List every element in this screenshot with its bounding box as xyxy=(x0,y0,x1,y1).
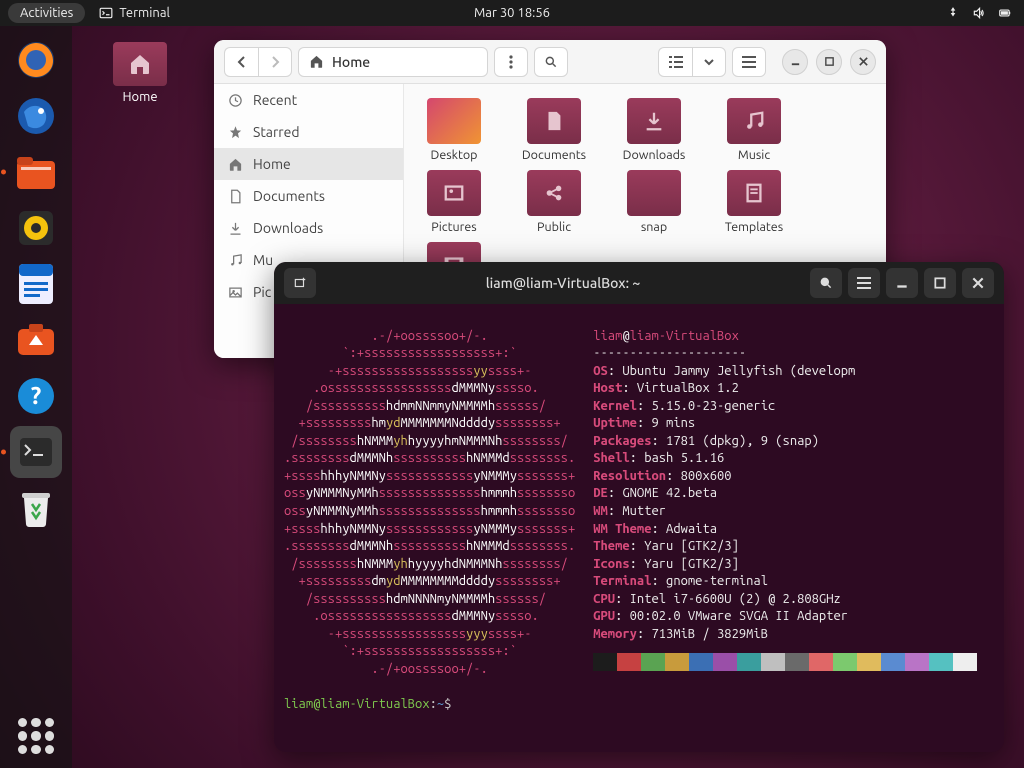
dock: ? xyxy=(0,26,72,768)
folder-public[interactable]: Public xyxy=(514,170,594,234)
terminal-minimize-button[interactable] xyxy=(886,268,918,298)
view-dropdown-button[interactable] xyxy=(692,47,726,77)
svg-text:?: ? xyxy=(31,382,42,409)
topbar-app[interactable]: Terminal xyxy=(99,6,170,20)
dock-terminal[interactable] xyxy=(10,426,62,478)
hamburger-button[interactable] xyxy=(732,47,766,77)
dock-trash[interactable] xyxy=(10,482,62,534)
battery-icon[interactable] xyxy=(998,6,1012,20)
folder-pictures[interactable]: Pictures xyxy=(414,170,494,234)
dock-thunderbird[interactable] xyxy=(10,90,62,142)
nav-back-button[interactable] xyxy=(224,47,258,77)
activities-button[interactable]: Activities xyxy=(8,3,85,23)
topbar-app-label: Terminal xyxy=(119,6,170,20)
dock-rhythmbox[interactable] xyxy=(10,202,62,254)
pathbar[interactable]: Home xyxy=(298,47,488,77)
nav-forward-button[interactable] xyxy=(258,47,292,77)
show-apps-button[interactable] xyxy=(18,718,54,754)
sidebar-downloads[interactable]: Downloads xyxy=(214,212,403,244)
folder-templates[interactable]: Templates xyxy=(714,170,794,234)
volume-icon[interactable] xyxy=(972,6,986,20)
neofetch-info: liam@liam-VirtualBox -------------------… xyxy=(593,328,977,679)
close-button[interactable] xyxy=(850,49,876,75)
topbar-clock[interactable]: Mar 30 18:56 xyxy=(474,6,550,20)
topbar: Activities Terminal Mar 30 18:56 xyxy=(0,0,1024,26)
terminal-close-button[interactable] xyxy=(962,268,994,298)
terminal-icon xyxy=(99,6,113,20)
terminal-window: liam@liam-VirtualBox: ~ .-/+oossssoo+/-.… xyxy=(274,262,1004,752)
sidebar-home[interactable]: Home xyxy=(214,148,403,180)
search-button[interactable] xyxy=(534,47,568,77)
sidebar-documents[interactable]: Documents xyxy=(214,180,403,212)
folder-snap[interactable]: snap xyxy=(614,170,694,234)
folder-downloads[interactable]: Downloads xyxy=(614,98,694,162)
network-icon[interactable] xyxy=(946,6,960,20)
desktop-home-label: Home xyxy=(100,90,180,104)
folder-music[interactable]: Music xyxy=(714,98,794,162)
terminal-title: liam@liam-VirtualBox: ~ xyxy=(322,275,804,291)
dock-firefox[interactable] xyxy=(10,34,62,86)
dock-files[interactable] xyxy=(10,146,62,198)
files-headerbar: Home xyxy=(214,40,886,84)
folder-desktop[interactable]: Desktop xyxy=(414,98,494,162)
sidebar-starred[interactable]: Starred xyxy=(214,116,403,148)
path-menu-button[interactable] xyxy=(494,47,528,77)
view-grid-button[interactable] xyxy=(658,47,692,77)
terminal-search-button[interactable] xyxy=(810,268,842,298)
minimize-button[interactable] xyxy=(782,49,808,75)
neofetch-ascii: .-/+oossssoo+/-. `:+ssssssssssssssssss+:… xyxy=(284,328,575,679)
new-tab-button[interactable] xyxy=(284,268,316,298)
maximize-button[interactable] xyxy=(816,49,842,75)
terminal-headerbar: liam@liam-VirtualBox: ~ xyxy=(274,262,1004,304)
terminal-menu-button[interactable] xyxy=(848,268,880,298)
desktop-home-folder[interactable]: Home xyxy=(100,42,180,104)
terminal-maximize-button[interactable] xyxy=(924,268,956,298)
color-swatches xyxy=(593,653,977,671)
dock-help[interactable]: ? xyxy=(10,370,62,422)
terminal-prompt: liam@liam-VirtualBox:~$ xyxy=(284,696,994,714)
terminal-body[interactable]: .-/+oossssoo+/-. `:+ssssssssssssssssss+:… xyxy=(274,304,1004,752)
dock-software[interactable] xyxy=(10,314,62,366)
dock-writer[interactable] xyxy=(10,258,62,310)
pathbar-label: Home xyxy=(332,54,370,70)
sidebar-recent[interactable]: Recent xyxy=(214,84,403,116)
folder-documents[interactable]: Documents xyxy=(514,98,594,162)
